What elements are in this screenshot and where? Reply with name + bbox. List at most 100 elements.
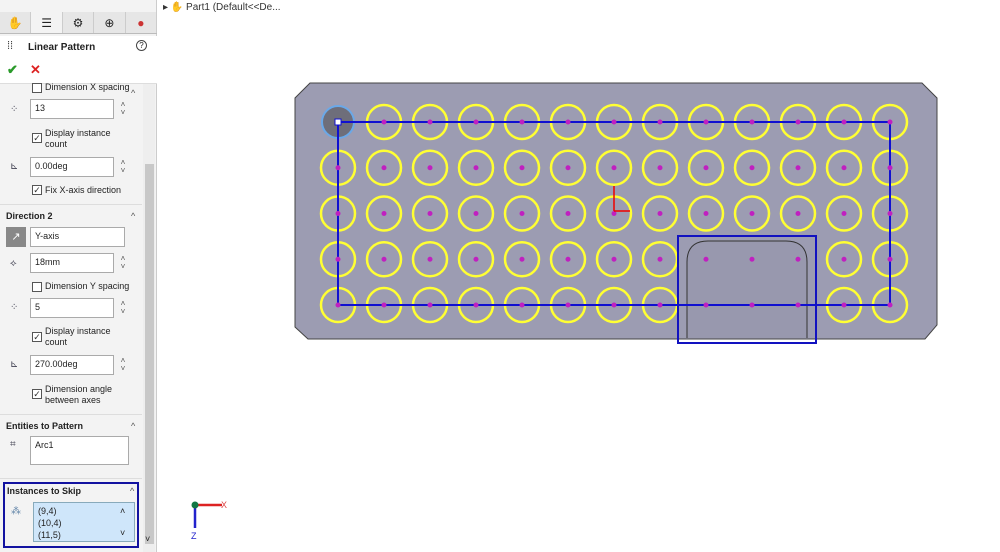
instance-point[interactable] [611,119,617,125]
list-scroll-down-icon[interactable]: ˅ [120,527,125,539]
instance-point[interactable] [657,211,663,216]
dimxpert-tab[interactable]: ⊕ [94,12,126,33]
instance-point[interactable] [703,165,709,171]
angle-y-spinner[interactable]: ˄ ˅ [118,357,128,373]
list-item[interactable]: (11,5) [38,529,130,541]
direction2-header[interactable]: Direction 2 [6,211,53,221]
entities-header[interactable]: Entities to Pattern [6,421,83,431]
instances-y-input[interactable]: 5 [30,298,114,318]
instance-point[interactable] [841,211,847,216]
instance-point[interactable] [887,302,893,308]
display-instance-count-y-checkbox[interactable]: ✓ [32,332,42,342]
instance-point[interactable] [519,119,525,125]
instance-point[interactable] [887,119,893,125]
instance-point[interactable] [381,256,387,262]
instance-point[interactable] [565,119,571,125]
feature-tree-root[interactable]: ▸ ✋ Part1 (Default<<De... [163,2,281,13]
list-item[interactable]: (9,4) [38,505,130,517]
instance-point[interactable] [473,119,479,125]
instance-point[interactable] [703,211,709,216]
scrollbar-thumb[interactable] [145,164,154,544]
instance-point[interactable] [611,165,617,171]
spacing-y-input[interactable]: 18mm [30,253,114,273]
instance-point[interactable] [565,256,571,262]
collapse-entities-icon[interactable]: ^ [131,421,135,431]
instance-point[interactable] [795,256,801,262]
instance-point[interactable] [427,165,433,171]
instance-point[interactable] [749,211,755,216]
instances-to-skip-header[interactable]: Instances to Skip [7,486,81,496]
expand-arrow-icon[interactable]: ▸ [163,2,171,13]
dimension-y-spacing-checkbox[interactable] [32,282,42,292]
instance-point[interactable] [887,256,893,262]
instance-point[interactable] [519,256,525,262]
instance-point[interactable] [473,302,479,308]
instance-point[interactable] [565,211,571,216]
fix-x-axis-checkbox[interactable]: ✓ [32,185,42,195]
instance-point[interactable] [335,211,341,216]
list-scroll-up-icon[interactable]: ˄ [120,505,125,517]
instance-point[interactable] [795,165,801,171]
scroll-down-icon[interactable]: ˅ [145,534,150,544]
dimension-angle-checkbox[interactable]: ✓ [32,389,42,399]
seed-point[interactable] [334,118,342,126]
instance-point[interactable] [427,256,433,262]
instance-point[interactable] [749,302,755,308]
feature-manager-tab[interactable]: ✋ [0,12,32,33]
instances-to-skip-list[interactable]: (9,4) (10,4) (11,5) ˄ ˅ [33,502,135,542]
instance-point[interactable] [703,256,709,262]
instance-point[interactable] [887,211,893,216]
instance-point[interactable] [611,256,617,262]
instance-point[interactable] [795,302,801,308]
property-manager-tab[interactable]: ☰ [31,12,63,33]
instance-point[interactable] [473,211,479,216]
instance-point[interactable] [657,119,663,125]
instance-point[interactable] [703,119,709,125]
instance-point[interactable] [749,256,755,262]
ok-button[interactable]: ✔ [7,62,18,78]
instance-point[interactable] [427,119,433,125]
instance-point[interactable] [749,165,755,171]
angle-x-input[interactable]: 0.00deg [30,157,114,177]
dimension-x-spacing-checkbox[interactable] [32,83,42,93]
instance-point[interactable] [427,302,433,308]
instances-x-input[interactable]: 13 [30,99,114,119]
direction2-arrow-button[interactable]: ↗ [6,227,26,247]
instance-point[interactable] [841,165,847,171]
entities-list[interactable]: Arc1 [30,436,129,465]
instance-point[interactable] [381,119,387,125]
instance-point[interactable] [703,302,709,308]
instance-point[interactable] [565,302,571,308]
instance-point[interactable] [427,211,433,216]
instances-y-spinner[interactable]: ˄ ˅ [118,300,128,316]
slot-cutout[interactable] [686,240,808,338]
instance-point[interactable] [519,211,525,216]
instance-point[interactable] [749,119,755,125]
instance-point[interactable] [381,211,387,216]
configuration-manager-tab[interactable]: ⚙ [63,12,95,33]
instance-point[interactable] [887,165,893,171]
instance-point[interactable] [841,256,847,262]
display-instance-count-x-checkbox[interactable]: ✓ [32,133,42,143]
instance-point[interactable] [381,165,387,171]
instance-point[interactable] [657,256,663,262]
angle-x-spinner[interactable]: ˄ ˅ [118,159,128,175]
instance-point[interactable] [841,119,847,125]
instance-point[interactable] [381,302,387,308]
instance-point[interactable] [335,256,341,262]
instances-x-spinner[interactable]: ˄ ˅ [118,101,128,117]
instance-point[interactable] [519,165,525,171]
instance-point[interactable] [519,302,525,308]
instance-point[interactable] [795,119,801,125]
panel-scrollbar[interactable]: ˅ [143,84,155,552]
display-manager-tab[interactable]: ● [126,12,158,33]
collapse-skip-icon[interactable]: ^ [130,486,134,496]
angle-y-input[interactable]: 270.00deg [30,355,114,375]
instance-point[interactable] [657,302,663,308]
collapse-direction2-icon[interactable]: ^ [131,211,135,221]
cancel-button[interactable]: ✕ [30,62,41,78]
list-item[interactable]: (10,4) [38,517,130,529]
instance-point[interactable] [657,165,663,171]
instance-point[interactable] [841,302,847,308]
spacing-y-spinner[interactable]: ˄ ˅ [118,255,128,271]
